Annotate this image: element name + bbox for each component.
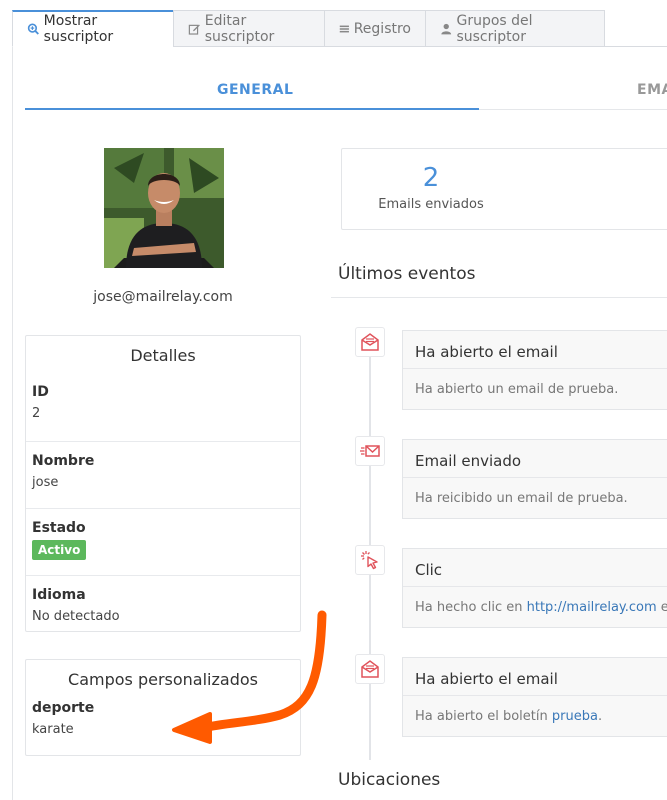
zoom-icon [27, 23, 39, 35]
click-cursor-icon [361, 551, 378, 570]
event-title: Email enviado [403, 440, 667, 478]
tab-label: Grupos del suscriptor [456, 12, 533, 45]
user-icon [441, 23, 452, 34]
event-description: Ha reicibido un email de prueba. [403, 478, 667, 506]
event-desc-text: Ha reicibido un email de prueba. [415, 491, 628, 506]
event-title: Ha abierto el email [403, 658, 667, 696]
field-id: ID 2 [26, 373, 300, 442]
event-link[interactable]: prueba [552, 709, 598, 724]
event-item: Email enviado Ha reicibido un email de p… [402, 439, 667, 519]
subtab-general[interactable]: GENERAL [217, 82, 293, 98]
tab-label: Mostrar suscriptor [43, 13, 114, 45]
event-desc-tail: . [597, 709, 603, 724]
event-item: Clic Ha hecho clic en http://mailrelay.c… [402, 548, 667, 628]
locations-heading: Ubicaciones [338, 770, 441, 790]
list-icon [339, 25, 349, 32]
tab-label: Registro [353, 20, 411, 37]
event-link[interactable]: http://mailrelay.com [527, 600, 657, 615]
tab-edit-subscriber[interactable]: Editar suscriptor [173, 10, 325, 47]
event-description: Ha abierto el boletín prueba. [403, 696, 667, 724]
open-envelope-icon [361, 333, 379, 351]
tab-bar: Mostrar suscriptor Editar suscriptor Reg… [12, 10, 605, 47]
edit-icon [188, 23, 200, 35]
event-desc-text: Ha hecho clic en [415, 600, 527, 615]
event-icon-wrapper [355, 327, 385, 357]
event-icon-wrapper [355, 436, 385, 466]
event-desc-text: Ha abierto un email de prueba. [415, 382, 619, 397]
send-envelope-icon [360, 445, 380, 457]
field-status: Estado Activo [26, 509, 300, 576]
event-title: Ha abierto el email [403, 331, 667, 369]
details-card: Detalles ID 2 Nombre jose Estado Activo … [25, 335, 301, 632]
avatar [104, 148, 224, 268]
annotation-arrow-icon [172, 610, 327, 744]
event-icon-wrapper [355, 545, 385, 575]
field-label: Idioma [32, 587, 86, 603]
tab-show-subscriber[interactable]: Mostrar suscriptor [12, 10, 174, 47]
stat-count: 2 [422, 163, 440, 193]
events-divider [331, 297, 667, 298]
event-desc-text: Ha abierto el boletín [415, 709, 552, 724]
event-icon-wrapper [355, 654, 385, 684]
tab-subscriber-groups[interactable]: Grupos del suscriptor [425, 10, 605, 47]
event-description: Ha abierto un email de prueba. [403, 369, 667, 397]
field-label: Estado [32, 520, 86, 536]
subtab-active-indicator [25, 108, 479, 110]
panel-border [12, 46, 13, 800]
events-heading: Últimos eventos [338, 264, 476, 284]
tab-log[interactable]: Registro [324, 10, 426, 47]
field-label: ID [32, 384, 49, 400]
field-name: Nombre jose [26, 442, 300, 509]
subtab-emails[interactable]: EMA [637, 82, 667, 98]
status-badge: Activo [32, 540, 87, 560]
event-item: Ha abierto el email Ha abierto un email … [402, 330, 667, 410]
event-desc-tail: en e [660, 600, 667, 615]
field-value: jose [32, 475, 59, 490]
field-label: Nombre [32, 453, 95, 469]
details-title: Detalles [130, 346, 196, 365]
event-title: Clic [403, 549, 667, 587]
stat-emails-sent: 2 Emails enviados [341, 148, 667, 230]
tab-label: Editar suscriptor [204, 12, 275, 45]
open-envelope-icon [361, 660, 379, 678]
event-item: Ha abierto el email Ha abierto el boletí… [402, 657, 667, 737]
event-description: Ha hecho clic en http://mailrelay.com en… [403, 587, 667, 615]
field-value: 2 [32, 406, 41, 421]
subscriber-email: jose@mailrelay.com [93, 289, 233, 305]
stat-label: Emails enviados [378, 197, 484, 212]
